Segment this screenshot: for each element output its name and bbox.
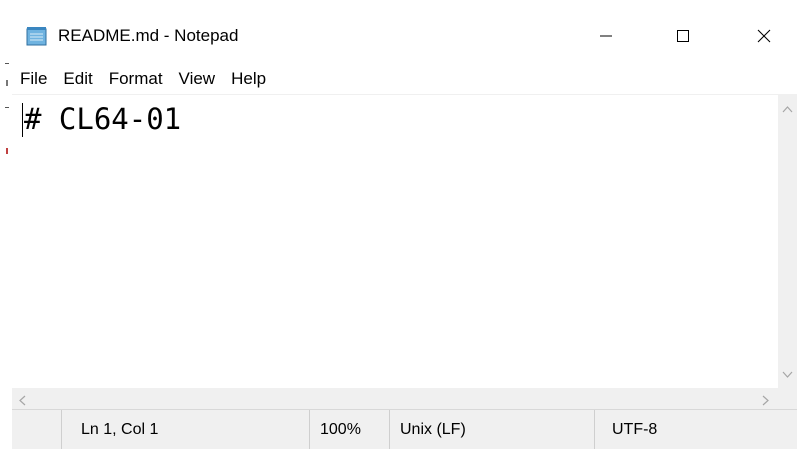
maximize-icon xyxy=(677,30,689,42)
status-bar: Ln 1, Col 1 100% Unix (LF) UTF-8 xyxy=(12,409,797,449)
edge-mark xyxy=(6,148,8,154)
status-line-ending: Unix (LF) xyxy=(389,410,594,449)
scroll-down-icon[interactable] xyxy=(782,366,793,378)
menu-view[interactable]: View xyxy=(170,67,223,91)
menu-file[interactable]: File xyxy=(12,67,54,91)
close-button[interactable] xyxy=(741,16,787,56)
menu-bar: File Edit Format View Help xyxy=(12,66,797,92)
edge-mark xyxy=(5,63,9,64)
vertical-scrollbar[interactable] xyxy=(778,94,797,388)
notepad-window: README.md - Notepad File Edit Format Vie… xyxy=(0,0,797,449)
edge-mark xyxy=(6,80,8,86)
background-window-edge xyxy=(0,0,12,449)
scroll-up-icon[interactable] xyxy=(782,100,793,113)
title-bar[interactable]: README.md - Notepad xyxy=(12,0,797,64)
scroll-right-icon[interactable] xyxy=(762,393,770,406)
edge-mark xyxy=(5,107,9,108)
menu-format[interactable]: Format xyxy=(100,67,170,91)
status-cursor-position: Ln 1, Col 1 xyxy=(61,410,309,449)
menu-help[interactable]: Help xyxy=(222,67,273,91)
menu-edit[interactable]: Edit xyxy=(54,67,99,91)
editor-content[interactable]: # CL64-01 xyxy=(24,101,181,137)
scroll-left-icon[interactable] xyxy=(18,393,26,406)
minimize-button[interactable] xyxy=(583,16,629,56)
scrollbar-corner xyxy=(778,388,797,409)
maximize-button[interactable] xyxy=(660,16,706,56)
window-title: README.md - Notepad xyxy=(58,26,239,45)
horizontal-scrollbar[interactable] xyxy=(12,388,778,409)
status-encoding: UTF-8 xyxy=(594,410,797,449)
status-zoom: 100% xyxy=(309,410,389,449)
notepad-icon xyxy=(26,26,48,46)
minimize-icon xyxy=(600,35,612,37)
close-icon xyxy=(757,29,771,43)
text-editor[interactable]: # CL64-01 xyxy=(12,94,778,389)
text-caret xyxy=(22,103,23,137)
